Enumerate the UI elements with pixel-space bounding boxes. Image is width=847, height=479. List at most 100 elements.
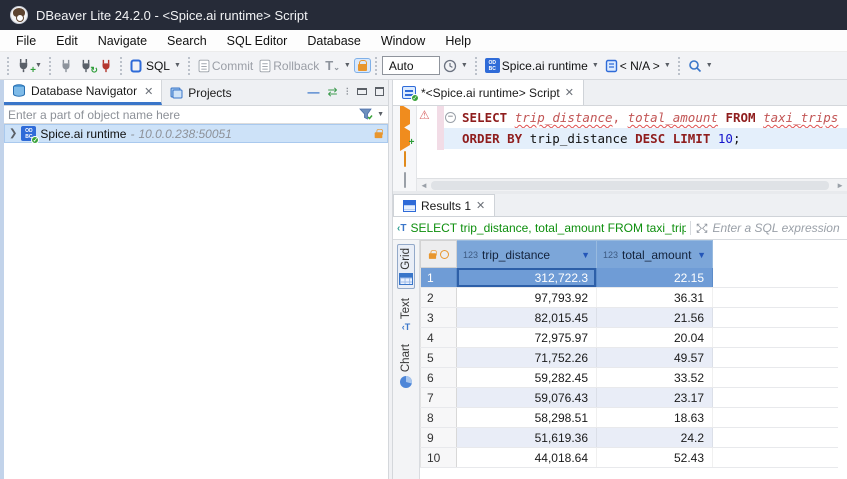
table-row[interactable]: 472,975.9720.04 (420, 328, 838, 348)
execute-new-tab-button[interactable]: + (400, 131, 410, 145)
filter-funnel-icon[interactable] (359, 108, 373, 121)
sql-code-area[interactable]: −SELECT trip_distance, total_amount FROM… (444, 107, 847, 177)
active-schema-selector[interactable]: < N/A > ▼ (602, 57, 674, 75)
row-number[interactable]: 4 (420, 328, 457, 347)
cell-trip_distance[interactable]: 82,015.45 (457, 308, 597, 327)
menu-item-file[interactable]: File (6, 34, 46, 48)
object-filter-input[interactable]: Enter a part of object name here ▼ (4, 106, 388, 124)
row-number[interactable]: 5 (420, 348, 457, 367)
cell-trip_distance[interactable]: 51,619.36 (457, 428, 597, 447)
maximize-panel-icon[interactable] (375, 87, 384, 96)
close-icon[interactable]: ✕ (144, 85, 153, 98)
filter-expression-placeholder[interactable]: Enter a SQL expression to (712, 221, 843, 235)
cell-trip_distance[interactable]: 59,282.45 (457, 368, 597, 387)
commit-button[interactable]: Commit (195, 57, 256, 75)
tab-projects[interactable]: Projects (162, 80, 239, 105)
menu-item-window[interactable]: Window (371, 34, 435, 48)
connect-button[interactable] (56, 57, 76, 75)
active-connection-selector[interactable]: ODBC Spice.ai runtime ▼ (482, 56, 602, 75)
cell-trip_distance[interactable]: 72,975.97 (457, 328, 597, 347)
row-number[interactable]: 10 (420, 448, 457, 467)
sql-editor-button[interactable]: SQL ▼ (127, 57, 184, 75)
chevron-down-icon[interactable]: ▼ (377, 111, 384, 118)
link-with-editor-icon[interactable]: ⇄ (327, 85, 337, 99)
row-number[interactable]: 1 (420, 268, 457, 287)
grid-corner-cell[interactable] (420, 240, 457, 268)
cell-total_amount[interactable]: 22.15 (597, 268, 713, 287)
cell-total_amount[interactable]: 23.17 (597, 388, 713, 407)
table-row[interactable]: 382,015.4521.56 (420, 308, 838, 328)
collapse-all-icon[interactable]: — (307, 85, 319, 99)
tab-sql-script[interactable]: ✓ *<Spice.ai runtime> Script ✕ (393, 80, 584, 105)
transaction-mode-button[interactable]: T⌄ ▼ (322, 56, 354, 75)
scroll-right-icon[interactable]: ► (833, 181, 847, 190)
table-row[interactable]: 1312,722.322.15 (420, 268, 838, 288)
column-header-trip_distance[interactable]: 123trip_distance▼ (457, 240, 597, 268)
sql-line-2[interactable]: ORDER BY trip_distance DESC LIMIT 10; (444, 128, 847, 149)
cell-total_amount[interactable]: 33.52 (597, 368, 713, 387)
menu-item-edit[interactable]: Edit (46, 34, 88, 48)
view-tab-chart[interactable]: Chart (398, 341, 414, 392)
menu-item-sql-editor[interactable]: SQL Editor (217, 34, 298, 48)
execute-statement-button[interactable] (400, 110, 410, 124)
disconnect-button[interactable] (96, 57, 116, 75)
search-button[interactable]: ▼ (685, 57, 716, 75)
scroll-left-icon[interactable]: ◄ (417, 181, 431, 190)
reconnect-button[interactable]: ↻ (76, 57, 96, 75)
expand-chevron-icon[interactable]: ❯ (9, 128, 17, 139)
menu-item-help[interactable]: Help (435, 34, 481, 48)
cell-trip_distance[interactable]: 59,076.43 (457, 388, 597, 407)
table-row[interactable]: 759,076.4323.17 (420, 388, 838, 408)
row-number[interactable]: 2 (420, 288, 457, 307)
cell-trip_distance[interactable]: 58,298.51 (457, 408, 597, 427)
table-row[interactable]: 297,793.9236.31 (420, 288, 838, 308)
sort-desc-icon[interactable]: ▼ (581, 250, 590, 260)
view-menu-icon[interactable]: ⁝ (346, 85, 350, 98)
commit-mode-select[interactable]: Auto (382, 56, 440, 75)
fold-collapse-icon[interactable]: − (445, 112, 456, 123)
toolbar-drag-handle[interactable] (5, 57, 10, 75)
tab-database-navigator[interactable]: Database Navigator ✕ (4, 80, 162, 105)
menu-item-database[interactable]: Database (297, 34, 371, 48)
cell-total_amount[interactable]: 49.57 (597, 348, 713, 367)
tab-results-1[interactable]: Results 1 ✕ (393, 194, 495, 216)
cell-total_amount[interactable]: 52.43 (597, 448, 713, 467)
editor-horizontal-scrollbar[interactable]: ◄ ► (417, 178, 847, 191)
sort-desc-icon[interactable]: ▼ (697, 250, 706, 260)
sql-line-1[interactable]: −SELECT trip_distance, total_amount FROM… (444, 107, 847, 128)
cell-trip_distance[interactable]: 44,018.64 (457, 448, 597, 467)
explain-plan-button[interactable] (404, 173, 406, 187)
view-tab-grid[interactable]: Grid (397, 244, 415, 289)
cell-total_amount[interactable]: 36.31 (597, 288, 713, 307)
row-number[interactable]: 9 (420, 428, 457, 447)
menu-item-navigate[interactable]: Navigate (88, 34, 157, 48)
row-number[interactable]: 6 (420, 368, 457, 387)
rollback-button[interactable]: Rollback (256, 57, 322, 75)
view-tab-text[interactable]: Text‹T (399, 295, 413, 335)
auto-commit-lock-toggle[interactable] (354, 58, 371, 73)
column-header-total_amount[interactable]: 123total_amount▼ (597, 240, 713, 268)
cell-total_amount[interactable]: 24.2 (597, 428, 713, 447)
table-row[interactable]: 858,298.5118.63 (420, 408, 838, 428)
close-icon[interactable]: ✕ (476, 199, 485, 212)
table-row[interactable]: 1044,018.6452.43 (420, 448, 838, 468)
row-number[interactable]: 8 (420, 408, 457, 427)
cell-total_amount[interactable]: 18.63 (597, 408, 713, 427)
table-row[interactable]: 659,282.4533.52 (420, 368, 838, 388)
cell-total_amount[interactable]: 20.04 (597, 328, 713, 347)
cell-total_amount[interactable]: 21.56 (597, 308, 713, 327)
transaction-log-button[interactable]: ▼ (440, 57, 471, 75)
cell-trip_distance[interactable]: 97,793.92 (457, 288, 597, 307)
cell-trip_distance[interactable]: 71,752.26 (457, 348, 597, 367)
minimize-panel-icon[interactable] (357, 88, 367, 95)
row-number[interactable]: 3 (420, 308, 457, 327)
execute-script-button[interactable] (404, 152, 406, 166)
table-row[interactable]: 951,619.3624.2 (420, 428, 838, 448)
scrollbar-thumb[interactable] (431, 181, 829, 190)
table-row[interactable]: 571,752.2649.57 (420, 348, 838, 368)
new-connection-button[interactable]: + ▼ (13, 56, 45, 75)
row-number[interactable]: 7 (420, 388, 457, 407)
menu-item-search[interactable]: Search (157, 34, 217, 48)
close-icon[interactable]: ✕ (565, 86, 574, 99)
tree-item-connection[interactable]: ❯ ODBC ✓ Spice.ai runtime - 10.0.0.238:5… (4, 124, 388, 143)
